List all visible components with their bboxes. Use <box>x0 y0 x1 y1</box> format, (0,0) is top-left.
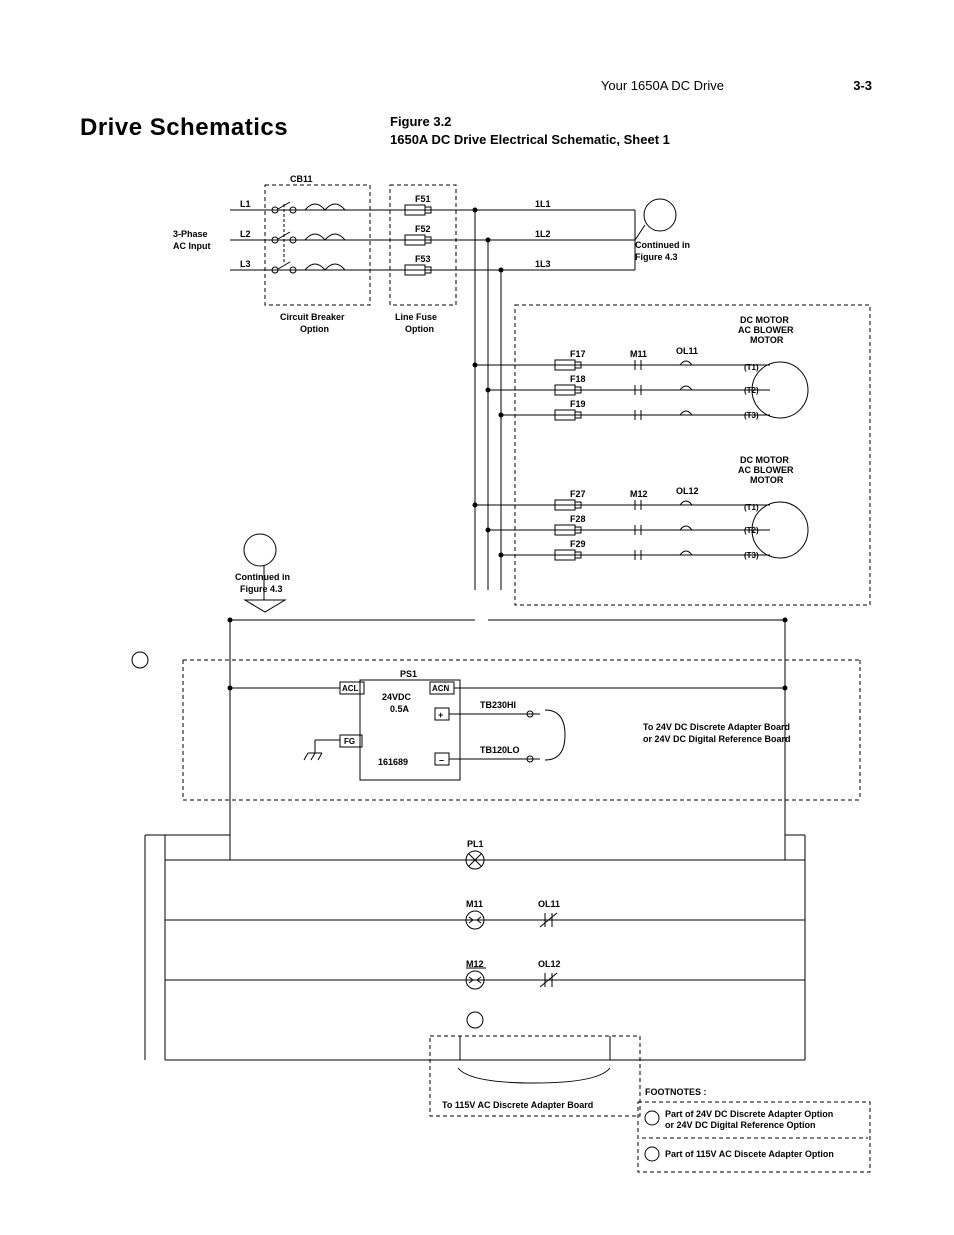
m1-t3: (T3) <box>744 411 759 420</box>
cb11-label: CB11 <box>290 174 313 184</box>
cb11-poles <box>272 202 345 273</box>
ground-icon <box>304 740 322 760</box>
m2-ol12: OL12 <box>676 486 699 496</box>
f52-label: F52 <box>415 224 431 234</box>
ps1-a: 0.5A <box>390 704 410 714</box>
m11-coil-label: M11 <box>466 899 483 909</box>
cb-opt-1: Circuit Breaker <box>280 312 345 322</box>
continued-left-2: Figure 4.3 <box>240 584 283 594</box>
ps1-pn: 161689 <box>378 757 408 767</box>
m2-tt1: (T1) <box>744 503 759 512</box>
m1-ol11: OL11 <box>676 346 698 356</box>
m2-tt2: (T2) <box>744 526 759 535</box>
motor1-branch: F17 F18 F19 M11 OL11 (T1) (T2) (T3) <box>473 346 809 420</box>
ac-input-1: 3-Phase <box>173 229 208 239</box>
ps1-acn: ACN <box>432 684 450 693</box>
figure-number: Figure 3.2 <box>390 114 451 129</box>
m1-f18: F18 <box>570 374 586 384</box>
ol12-nc-label: OL12 <box>538 959 561 969</box>
motor2-branch: F27 F28 F29 M12 OL12 (T1) (T2) (T3) <box>473 486 809 560</box>
doc-title: Your 1650A DC Drive <box>601 78 724 93</box>
m2-tt3: (T3) <box>744 551 759 560</box>
ps1-acl: ACL <box>342 684 359 693</box>
footnote-dot-2 <box>645 1147 659 1161</box>
l3-label: L3 <box>240 259 251 269</box>
motor2-t3: MOTOR <box>750 475 784 485</box>
m1-t2: (T2) <box>744 386 759 395</box>
tb120lo: TB120LO <box>480 745 520 755</box>
svg-text:+: + <box>438 710 443 720</box>
pl1-label: PL1 <box>467 839 484 849</box>
m2-m12: M12 <box>630 489 648 499</box>
ac-input-lines <box>230 210 635 270</box>
ol11-nc-label: OL11 <box>538 899 560 909</box>
continued-top-1: Continued in <box>635 240 690 250</box>
footnote-1b: or 24V DC Digital Reference Option <box>665 1120 816 1130</box>
cb-opt-2: Option <box>300 324 329 334</box>
continued-top-icon <box>644 199 676 231</box>
m2-f29: F29 <box>570 539 586 549</box>
continued-left-1: Continued in <box>235 572 290 582</box>
motor1-t2: AC BLOWER <box>738 325 794 335</box>
1l2-label: 1L2 <box>535 229 551 239</box>
svg-text:–: – <box>439 755 444 765</box>
figure-caption: 1650A DC Drive Electrical Schematic, She… <box>390 132 670 147</box>
motor2-t2: AC BLOWER <box>738 465 794 475</box>
motor2-t1: DC MOTOR <box>740 455 789 465</box>
m2-f28: F28 <box>570 514 586 524</box>
m1-f19: F19 <box>570 399 586 409</box>
page-number: 3-3 <box>853 78 872 93</box>
footnote-1a: Part of 24V DC Discrete Adapter Option <box>665 1109 833 1119</box>
footnotes-title: FOOTNOTES : <box>645 1087 707 1097</box>
footnote-marker-115v <box>467 1012 483 1028</box>
schematic-diagram: CB11 <box>80 160 880 1200</box>
footnote-dot-1 <box>645 1111 659 1125</box>
l1-label: L1 <box>240 199 251 209</box>
1l1-label: 1L1 <box>535 199 551 209</box>
m1-m11: M11 <box>630 349 647 359</box>
motor1-t3: MOTOR <box>750 335 784 345</box>
m1-t1: (T1) <box>744 363 759 372</box>
ac-input-2: AC Input <box>173 241 211 251</box>
footnote-marker-24v <box>132 652 148 668</box>
f53-label: F53 <box>415 254 431 264</box>
ps1-v: 24VDC <box>382 692 412 702</box>
f51-label: F51 <box>415 194 431 204</box>
continued-top-2: Figure 4.3 <box>635 252 678 262</box>
tb230hi: TB230HI <box>480 700 516 710</box>
motor1-t1: DC MOTOR <box>740 315 789 325</box>
ps-out-1: To 24V DC Discrete Adapter Board <box>643 722 790 732</box>
1l3-label: 1L3 <box>535 259 551 269</box>
ps1-fg: FG <box>344 737 355 746</box>
ps-out-2: or 24V DC Digital Reference Board <box>643 734 791 744</box>
section-heading: Drive Schematics <box>80 114 288 142</box>
m1-f17: F17 <box>570 349 586 359</box>
l2-label: L2 <box>240 229 251 239</box>
footnote-2: Part of 115V AC Discete Adapter Option <box>665 1149 834 1159</box>
page: Your 1650A DC Drive 3-3 Drive Schematics… <box>0 0 954 1235</box>
lf-opt-1: Line Fuse <box>395 312 437 322</box>
ps1-name: PS1 <box>400 669 417 679</box>
lf-opt-2: Option <box>405 324 434 334</box>
bottom-note: To 115V AC Discrete Adapter Board <box>442 1100 593 1110</box>
m2-f27: F27 <box>570 489 586 499</box>
